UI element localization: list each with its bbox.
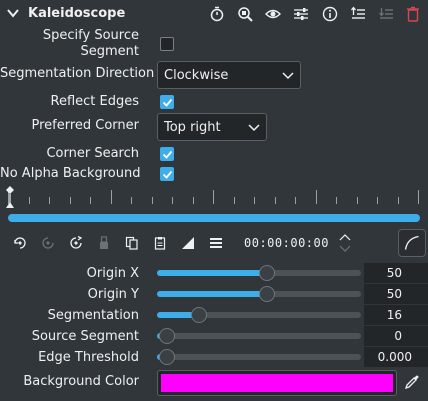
unknown-disabled-icon — [378, 6, 394, 22]
reflect-edges-label: Reflect Edges — [50, 94, 140, 109]
collapse-chevron-icon[interactable] — [6, 6, 20, 20]
add-keyframe-icon[interactable] — [12, 235, 28, 251]
slider-handle[interactable] — [259, 286, 275, 302]
background-color-button[interactable] — [157, 370, 397, 396]
specify-source-segment-label-line1: Specify Source — [42, 28, 139, 43]
corner-search-label: Corner Search — [46, 146, 139, 161]
color-picker-icon[interactable] — [404, 374, 420, 390]
slider-value-field[interactable]: 0.000 — [364, 347, 428, 367]
checkmark-icon — [162, 150, 173, 159]
slider-value-field[interactable]: 0 — [364, 326, 428, 346]
ruler-tick — [295, 197, 296, 204]
no-alpha-background-label: No Alpha Background — [0, 166, 141, 181]
slider-fill — [157, 270, 267, 276]
slider-label: Source Segment — [31, 329, 139, 344]
ruler-tick — [356, 197, 358, 204]
reflect-edges-checkbox[interactable] — [160, 95, 174, 109]
ruler-tick — [397, 197, 399, 204]
slider-fill — [157, 291, 267, 297]
keyframe-timecode[interactable]: 00:00:00:00 — [244, 236, 329, 250]
curve-icon — [404, 235, 419, 250]
no-alpha-background-checkbox[interactable] — [160, 167, 174, 181]
ruler-tick — [192, 197, 194, 204]
ruler-tick — [254, 197, 255, 204]
slider-value-field[interactable]: 50 — [364, 284, 428, 304]
slider-track[interactable] — [157, 265, 361, 281]
effect-title: Kaleidoscope — [28, 6, 126, 21]
specify-source-segment-label: Specify Source Segment — [0, 28, 139, 60]
segmentation-direction-combo[interactable]: Clockwise — [157, 61, 301, 89]
slider-label: Origin Y — [87, 287, 139, 302]
curve-editor-button[interactable] — [398, 229, 426, 257]
ruler-tick — [90, 197, 91, 204]
ruler-tick — [336, 197, 337, 204]
background-color-label: Background Color — [23, 374, 139, 389]
effect-header: Kaleidoscope — [0, 0, 428, 28]
corner-search-checkbox[interactable] — [160, 147, 174, 161]
eye-icon[interactable] — [265, 6, 281, 22]
specify-source-segment-checkbox[interactable] — [160, 37, 174, 51]
ruler-tick — [49, 197, 50, 204]
slider-label: Segmentation — [47, 308, 139, 323]
slider-track[interactable] — [157, 286, 361, 302]
preferred-corner-value: Top right — [164, 119, 221, 135]
ruler-tick — [213, 190, 214, 204]
slider-label: Edge Threshold — [38, 350, 139, 365]
curve-type-icon[interactable] — [180, 235, 196, 251]
ruler-tick — [151, 197, 153, 204]
preferred-corner-label: Preferred Corner — [31, 118, 139, 133]
slider-value-field[interactable]: 16 — [364, 305, 428, 325]
slider-value-field[interactable]: 50 — [364, 263, 428, 283]
specify-source-segment-label-line2: Segment — [80, 44, 140, 59]
slider-label: Origin X — [86, 266, 139, 281]
save-preset-icon[interactable] — [350, 6, 366, 22]
timecode-spinner-icon[interactable] — [338, 232, 352, 254]
next-keyframe-icon[interactable] — [68, 235, 84, 251]
remove-keyframe-icon[interactable] — [40, 235, 56, 251]
paste-disabled-icon — [96, 235, 112, 251]
ruler-tick — [28, 197, 30, 204]
copy-icon[interactable] — [124, 235, 140, 251]
slider-handle[interactable] — [259, 265, 275, 281]
slider-track[interactable] — [157, 349, 361, 365]
ruler-tick — [131, 197, 132, 204]
slider-handle[interactable] — [159, 328, 175, 344]
preferred-corner-combo[interactable]: Top right — [157, 113, 267, 141]
slider-track[interactable] — [157, 307, 361, 323]
checkmark-icon — [162, 98, 173, 107]
chevron-down-icon — [248, 124, 260, 132]
search-compare-icon[interactable] — [237, 6, 253, 22]
slider-track[interactable] — [157, 328, 361, 344]
playhead-marker-icon[interactable] — [5, 186, 15, 208]
ruler-tick — [315, 190, 317, 204]
ruler-tick — [418, 190, 419, 204]
slider-handle[interactable] — [191, 307, 207, 323]
segmentation-direction-value: Clockwise — [164, 67, 229, 83]
stopwatch-icon[interactable] — [209, 6, 225, 22]
background-color-swatch — [161, 374, 393, 392]
slider-handle[interactable] — [159, 349, 175, 365]
segmentation-direction-label: Segmentation Direction — [0, 66, 155, 81]
chevron-down-icon — [282, 72, 294, 80]
checkmark-icon — [162, 170, 173, 179]
trash-icon[interactable] — [405, 6, 421, 22]
ruler-tick — [233, 197, 235, 204]
ruler-tick — [69, 197, 71, 204]
info-icon[interactable] — [322, 6, 338, 22]
ruler-tick — [172, 197, 173, 204]
sliders-icon[interactable] — [293, 6, 309, 22]
ruler-tick — [274, 197, 276, 204]
menu-icon[interactable] — [208, 235, 224, 251]
ruler-tick — [377, 197, 378, 204]
keyframe-ruler[interactable] — [8, 190, 420, 204]
keyframe-timebar[interactable] — [8, 214, 420, 222]
clipboard-icon[interactable] — [152, 235, 168, 251]
ruler-tick — [110, 190, 112, 204]
